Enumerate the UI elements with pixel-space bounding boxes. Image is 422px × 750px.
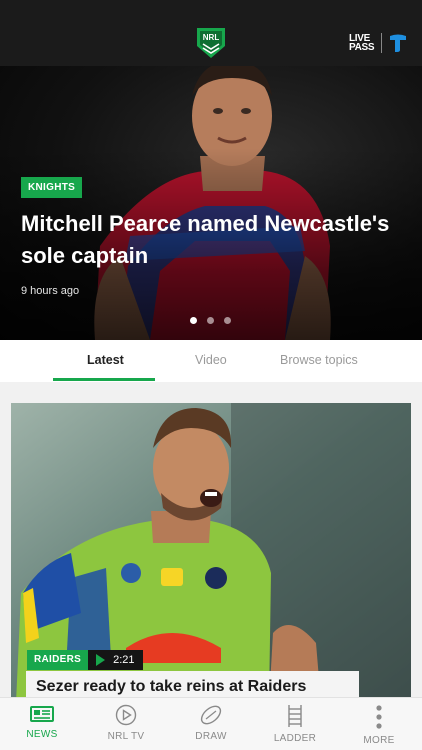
carousel-dot[interactable] <box>224 317 231 324</box>
nrl-logo-icon[interactable]: NRL <box>195 26 227 60</box>
article-headline[interactable]: Sezer ready to take reins at Raiders <box>36 678 306 696</box>
content-tabs: Latest Video Browse topics <box>0 340 422 382</box>
play-icon <box>96 654 106 666</box>
nav-ladder[interactable]: LADDER <box>272 698 318 750</box>
news-icon <box>30 706 54 722</box>
nav-nrl-tv[interactable]: NRL TV <box>104 698 148 750</box>
top-bar: NRL LIVE PASS <box>0 0 422 66</box>
carousel-dot[interactable] <box>190 317 197 324</box>
article-meta: RAIDERS 2:21 <box>27 650 143 670</box>
nav-more[interactable]: MORE <box>362 698 396 750</box>
bottom-navigation: NEWS NRL TV DRAW LADDER MORE <box>0 697 422 750</box>
carousel-pagination <box>190 317 231 324</box>
tab-video[interactable]: Video <box>195 353 227 367</box>
hero-team-tag[interactable]: KNIGHTS <box>21 177 83 198</box>
video-duration-badge[interactable]: 2:21 <box>88 650 143 670</box>
hero-timestamp: 9 hours ago <box>21 285 80 297</box>
football-icon <box>200 705 222 725</box>
more-vertical-icon <box>376 705 382 729</box>
article-card[interactable]: RAIDERS 2:21 Sezer ready to take reins a… <box>11 403 411 703</box>
livepass-wordmark: LIVE PASS <box>349 34 375 53</box>
hero-carousel[interactable]: KNIGHTS Mitchell Pearce named Newcastle'… <box>0 66 422 340</box>
ladder-icon <box>288 705 302 727</box>
carousel-dot[interactable] <box>207 317 214 324</box>
nav-label-ladder: LADDER <box>273 733 317 744</box>
nav-label-draw: DRAW <box>195 731 227 742</box>
nav-news[interactable]: NEWS <box>22 698 62 750</box>
tab-browse-topics[interactable]: Browse topics <box>280 353 358 367</box>
hero-gradient <box>0 66 422 340</box>
nav-label-news: NEWS <box>26 729 58 740</box>
tab-latest[interactable]: Latest <box>87 353 124 367</box>
nav-draw[interactable]: DRAW <box>191 698 231 750</box>
logo-divider <box>381 33 382 53</box>
nav-label-nrl-tv: NRL TV <box>107 731 145 742</box>
svg-text:NRL: NRL <box>203 33 220 42</box>
livepass-line-2: PASS <box>349 42 375 53</box>
active-tab-indicator <box>53 378 155 381</box>
nav-label-more: MORE <box>363 735 395 746</box>
livepass-logo[interactable]: LIVE PASS <box>349 33 408 53</box>
video-duration: 2:21 <box>113 654 135 666</box>
telstra-icon <box>390 34 406 52</box>
article-team-tag[interactable]: RAIDERS <box>27 650 89 670</box>
hero-headline[interactable]: Mitchell Pearce named Newcastle's sole c… <box>21 208 406 272</box>
play-circle-icon <box>115 704 137 726</box>
